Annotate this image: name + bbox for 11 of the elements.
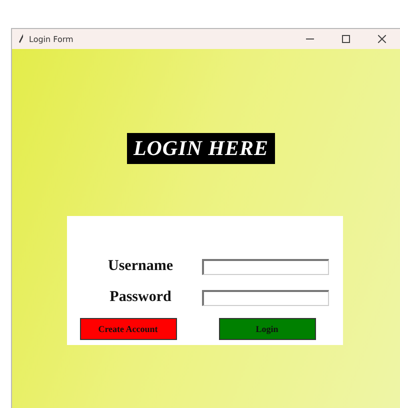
field-label: Password <box>108 289 172 306</box>
feather-icon <box>18 34 24 44</box>
maximize-icon <box>342 35 350 43</box>
input-field[interactable] <box>202 290 328 306</box>
input-field[interactable] <box>202 258 328 274</box>
login-button[interactable]: Login <box>218 318 316 340</box>
window-title: Login Form <box>29 34 74 44</box>
close-icon <box>378 35 386 43</box>
create-account-button[interactable]: Create Account <box>80 318 176 340</box>
form-heading: LOGIN HERE <box>127 133 275 164</box>
field-label: Username <box>107 258 174 275</box>
